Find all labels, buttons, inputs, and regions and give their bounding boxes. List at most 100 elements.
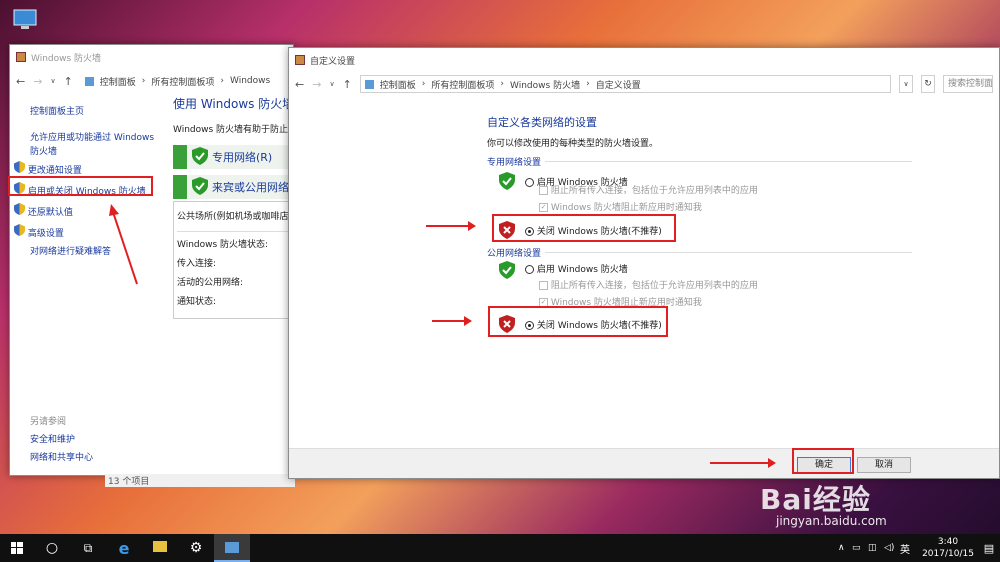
firewall-address-bar: ← → ∨ ↑ 控制面板 › 所有控制面板项 › Windows: [10, 69, 293, 93]
breadcrumb-item[interactable]: Windows 防火墙: [510, 78, 580, 91]
green-shield-icon: [192, 176, 208, 198]
recent-chevron-icon[interactable]: ∨: [50, 77, 55, 85]
baidu-watermark-url: jingyan.baidu.com: [776, 514, 887, 528]
status-row-label: 传入连接:: [177, 259, 217, 269]
page-title: 使用 Windows 防火墙: [173, 97, 295, 111]
tray-overflow-chevron-icon[interactable]: ∧: [838, 543, 852, 553]
link-network-sharing[interactable]: 网络和共享中心: [30, 449, 93, 467]
private-section-label: 专用网络设置: [487, 155, 912, 168]
public-network-panel: 公共场所(例如机场或咖啡店) Windows 防火墙状态: 传入连接: 活动的公…: [173, 201, 295, 319]
clock[interactable]: 3:40 2017/10/15: [918, 536, 978, 560]
highlight-box: [8, 176, 153, 196]
status-row-label: Windows 防火墙状态:: [177, 240, 269, 250]
page-subheading: 你可以修改使用的每种类型的防火墙设置。: [487, 139, 659, 149]
public-network-desc: 公共场所(例如机场或咖啡店): [177, 208, 292, 232]
start-button[interactable]: [0, 534, 34, 562]
cancel-button[interactable]: 取消: [857, 457, 911, 473]
volume-icon[interactable]: ◁): [884, 543, 900, 553]
sidebar-item-advanced[interactable]: 高级设置: [14, 224, 170, 241]
settings-gear-icon[interactable]: ⚙: [178, 540, 214, 556]
network-icon[interactable]: ◫: [868, 543, 884, 553]
page-heading: 自定义各类网络的设置: [487, 116, 597, 129]
status-item-count: 13 个项目: [105, 474, 295, 487]
forward-arrow-icon[interactable]: →: [33, 75, 42, 88]
up-arrow-icon[interactable]: ↑: [64, 75, 73, 88]
edge-icon[interactable]: e: [106, 539, 142, 558]
firewall-app-icon: [295, 55, 305, 65]
link-security-maintenance[interactable]: 安全和维护: [30, 431, 93, 449]
see-also-section: 另请参阅 安全和维护 网络和共享中心: [30, 413, 93, 467]
breadcrumb-item[interactable]: 所有控制面板项: [151, 75, 214, 88]
highlight-box: [492, 214, 676, 242]
ime-indicator[interactable]: 英: [900, 541, 918, 556]
windows-logo-icon: [11, 542, 23, 554]
private-network-label: 专用网络(R): [212, 151, 273, 164]
dialog-breadcrumb[interactable]: 控制面板 › 所有控制面板项 › Windows 防火墙 › 自定义设置: [359, 75, 891, 93]
dialog-content: 自定义各类网络的设置 你可以修改使用的每种类型的防火墙设置。 专用网络设置 启用…: [487, 114, 912, 333]
highlight-box: [488, 306, 668, 337]
radio-button[interactable]: [525, 178, 534, 187]
firewall-title-bar: Windows 防火墙: [10, 45, 293, 69]
private-network-header[interactable]: 专用网络(R): [173, 145, 295, 169]
control-panel-icon: [84, 76, 94, 86]
pointer-arrow-icon: [109, 204, 138, 285]
dialog-address-bar: ← → ∨ ↑ 控制面板 › 所有控制面板项 › Windows 防火墙 › 自定义设…: [289, 72, 999, 96]
custom-settings-dialog: 自定义设置 ← → ∨ ↑ 控制面板 › 所有控制面板项 › Windows 防火墙…: [288, 47, 1000, 479]
breadcrumb-item[interactable]: 所有控制面板项: [431, 78, 494, 91]
recent-chevron-icon[interactable]: ∨: [329, 80, 334, 88]
dropdown-chevron-icon[interactable]: ∨: [899, 75, 913, 93]
dialog-title-bar: 自定义设置: [289, 48, 999, 72]
firewall-app-icon: [16, 52, 26, 62]
forward-arrow-icon[interactable]: →: [312, 78, 321, 91]
firewall-window-title: Windows 防火墙: [31, 53, 102, 64]
notification-center-icon[interactable]: ▤: [978, 542, 1000, 555]
uac-shield-icon: [14, 161, 25, 173]
back-arrow-icon[interactable]: ←: [16, 75, 25, 88]
task-view-icon[interactable]: ⧉: [70, 541, 106, 556]
baidu-watermark-logo: Bai经验: [760, 483, 871, 516]
control-panel-taskbar-icon[interactable]: [214, 534, 250, 562]
green-shield-icon: [499, 172, 515, 193]
public-network-label: 来宾或公用网络: [212, 181, 289, 194]
battery-icon[interactable]: ▭: [852, 543, 868, 553]
computer-icon[interactable]: [8, 6, 42, 34]
search-input[interactable]: 搜索控制面板: [943, 75, 993, 93]
dialog-title: 自定义设置: [310, 56, 356, 67]
private-block-checkbox[interactable]: 阻止所有传入连接，包括位于允许应用列表中的应用: [539, 183, 758, 196]
breadcrumb-item[interactable]: 控制面板: [380, 78, 416, 91]
breadcrumb-item[interactable]: 自定义设置: [596, 78, 641, 91]
sidebar-item-allow-app[interactable]: 允许应用或功能通过 Windows: [30, 131, 170, 145]
up-arrow-icon[interactable]: ↑: [343, 78, 352, 91]
firewall-breadcrumb[interactable]: 控制面板 › 所有控制面板项 › Windows: [81, 72, 287, 90]
uac-shield-icon: [14, 203, 25, 215]
private-notify-checkbox[interactable]: ✓ Windows 防火墙阻止新应用时通知我: [539, 200, 702, 213]
green-shield-icon: [499, 261, 515, 282]
cortana-icon[interactable]: ○: [34, 540, 70, 556]
green-shield-icon: [192, 146, 208, 168]
file-explorer-icon[interactable]: [142, 541, 178, 555]
firewall-main: 使用 Windows 防火墙 Windows 防火墙有助于防止黑 专用网络(R)…: [173, 95, 295, 465]
clock-date: 2017/10/15: [922, 549, 974, 559]
public-enable-option[interactable]: 启用 Windows 防火墙: [525, 262, 628, 275]
sidebar-item-restore[interactable]: 还原默认值: [14, 203, 170, 220]
radio-button[interactable]: [525, 265, 534, 274]
status-row-label: 活动的公用网络:: [177, 278, 244, 288]
status-row-label: 通知状态:: [177, 297, 217, 307]
breadcrumb-item[interactable]: 控制面板: [100, 75, 136, 88]
refresh-icon[interactable]: ↻: [921, 75, 935, 93]
breadcrumb-item[interactable]: Windows: [230, 76, 270, 86]
pointer-arrow-icon: [710, 458, 776, 468]
sidebar-item-allow-app-cont[interactable]: 防火墙: [30, 145, 170, 159]
public-block-checkbox[interactable]: 阻止所有传入连接，包括位于允许应用列表中的应用: [539, 278, 758, 291]
back-arrow-icon[interactable]: ←: [295, 78, 304, 91]
sidebar-item-home[interactable]: 控制面板主页: [30, 105, 170, 119]
sidebar-item-troubleshoot[interactable]: 对网络进行疑难解答: [30, 245, 170, 259]
see-also-label: 另请参阅: [30, 417, 67, 427]
pointer-arrow-icon: [432, 316, 472, 326]
public-section-label: 公用网络设置: [487, 246, 912, 259]
uac-shield-icon: [14, 224, 25, 236]
taskbar: ○ ⧉ e ⚙ ∧ ▭ ◫ ◁) 英 3:40 2017/10/15 ▤: [0, 534, 1000, 562]
highlight-box: [792, 448, 854, 474]
public-network-header[interactable]: 来宾或公用网络: [173, 175, 295, 199]
firewall-window: Windows 防火墙 ← → ∨ ↑ 控制面板 › 所有控制面板项 › Windo…: [9, 44, 295, 476]
